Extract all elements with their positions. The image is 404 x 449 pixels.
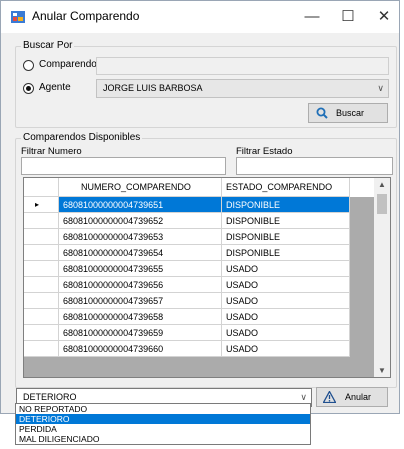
- cell-numero-comparendo[interactable]: 68081000000004739651: [59, 197, 222, 213]
- title-bar: Anular Comparendo — ☐ ✕: [1, 1, 399, 33]
- cell-numero-comparendo[interactable]: 68081000000004739660: [59, 341, 222, 357]
- comparendo-label: Comparendo: [39, 59, 97, 70]
- dropdown-option[interactable]: DETERIORO: [16, 414, 310, 424]
- cell-estado-comparendo[interactable]: DISPONIBLE: [222, 245, 350, 261]
- dropdown-option[interactable]: NO REPORTADO: [16, 404, 310, 414]
- dropdown-option[interactable]: PERDIDA: [16, 424, 310, 434]
- cell-estado-comparendo[interactable]: USADO: [222, 261, 350, 277]
- filtrar-numero-label: Filtrar Numero: [21, 146, 82, 157]
- cell-estado-comparendo[interactable]: USADO: [222, 277, 350, 293]
- grid-vertical-scrollbar[interactable]: ▲ ▼: [374, 178, 390, 377]
- cell-numero-comparendo[interactable]: 68081000000004739653: [59, 229, 222, 245]
- agente-select[interactable]: JORGE LUIS BARBOSA ∨: [96, 79, 389, 98]
- cell-estado-comparendo[interactable]: USADO: [222, 309, 350, 325]
- search-icon: [316, 107, 328, 119]
- grid-header: NUMERO_COMPARENDO ESTADO_COMPARENDO: [24, 178, 380, 197]
- estado-dropdown-list[interactable]: NO REPORTADO DETERIORO PERDIDA MAL DILIGENC…: [15, 403, 311, 445]
- cell-estado-comparendo[interactable]: DISPONIBLE: [222, 213, 350, 229]
- row-header[interactable]: [24, 277, 59, 293]
- column-header-numero[interactable]: NUMERO_COMPARENDO: [59, 178, 222, 197]
- cell-estado-comparendo[interactable]: USADO: [222, 341, 350, 357]
- warning-icon: [323, 391, 336, 403]
- anular-button-label: Anular: [345, 392, 372, 402]
- filtrar-estado-label: Filtrar Estado: [236, 146, 293, 157]
- buscar-button[interactable]: Buscar: [308, 103, 388, 123]
- row-header[interactable]: [24, 341, 59, 357]
- row-header[interactable]: [24, 293, 59, 309]
- grid-corner-cell: [24, 178, 59, 197]
- cell-numero-comparendo[interactable]: 68081000000004739655: [59, 261, 222, 277]
- buscar-button-label: Buscar: [336, 108, 365, 118]
- estado-selected-value: DETERIORO: [23, 392, 77, 402]
- filtrar-estado-input[interactable]: [236, 157, 393, 175]
- cell-estado-comparendo[interactable]: USADO: [222, 325, 350, 341]
- anular-comparendo-window: Anular Comparendo — ☐ ✕ Buscar Por Compa…: [0, 0, 400, 414]
- agente-label: Agente: [39, 82, 71, 93]
- maximize-button[interactable]: ☐: [331, 5, 365, 29]
- cell-numero-comparendo[interactable]: 68081000000004739657: [59, 293, 222, 309]
- buscar-por-label: Buscar Por: [21, 40, 75, 51]
- column-header-estado[interactable]: ESTADO_COMPARENDO: [222, 178, 350, 197]
- window-title: Anular Comparendo: [32, 9, 140, 23]
- agente-radio[interactable]: [23, 83, 34, 94]
- cell-estado-comparendo[interactable]: USADO: [222, 293, 350, 309]
- scroll-down-icon[interactable]: ▼: [374, 366, 390, 375]
- close-button[interactable]: ✕: [367, 5, 401, 29]
- comparendos-grid[interactable]: NUMERO_COMPARENDO ESTADO_COMPARENDO ▸ 680…: [23, 177, 391, 378]
- scroll-thumb[interactable]: [377, 194, 387, 214]
- app-icon: [11, 11, 25, 23]
- cell-numero-comparendo[interactable]: 68081000000004739656: [59, 277, 222, 293]
- row-header[interactable]: ▸: [24, 197, 59, 213]
- current-row-indicator-icon: ▸: [35, 200, 40, 209]
- cell-numero-comparendo[interactable]: 68081000000004739659: [59, 325, 222, 341]
- agente-selected-value: JORGE LUIS BARBOSA: [103, 83, 203, 93]
- chevron-down-icon: ∨: [377, 83, 384, 93]
- cell-estado-comparendo[interactable]: DISPONIBLE: [222, 229, 350, 245]
- dropdown-items: NO REPORTADO DETERIORO PERDIDA MAL DILIGENC…: [16, 404, 310, 444]
- row-header[interactable]: [24, 229, 59, 245]
- cell-estado-comparendo[interactable]: DISPONIBLE: [222, 197, 350, 213]
- cell-numero-comparendo[interactable]: 68081000000004739652: [59, 213, 222, 229]
- comparendo-radio[interactable]: [23, 60, 34, 71]
- filtrar-numero-input[interactable]: [21, 157, 226, 175]
- comparendo-field[interactable]: [96, 57, 389, 75]
- cell-numero-comparendo[interactable]: 68081000000004739658: [59, 309, 222, 325]
- row-header[interactable]: [24, 261, 59, 277]
- row-header[interactable]: [24, 325, 59, 341]
- minimize-button[interactable]: —: [295, 5, 329, 29]
- row-header[interactable]: [24, 309, 59, 325]
- cell-numero-comparendo[interactable]: 68081000000004739654: [59, 245, 222, 261]
- comparendos-disponibles-label: Comparendos Disponibles: [21, 132, 143, 143]
- row-header[interactable]: [24, 245, 59, 261]
- scroll-up-icon[interactable]: ▲: [374, 180, 390, 189]
- row-header[interactable]: [24, 213, 59, 229]
- anular-button[interactable]: Anular: [316, 387, 388, 407]
- dropdown-option[interactable]: MAL DILIGENCIADO: [16, 434, 310, 444]
